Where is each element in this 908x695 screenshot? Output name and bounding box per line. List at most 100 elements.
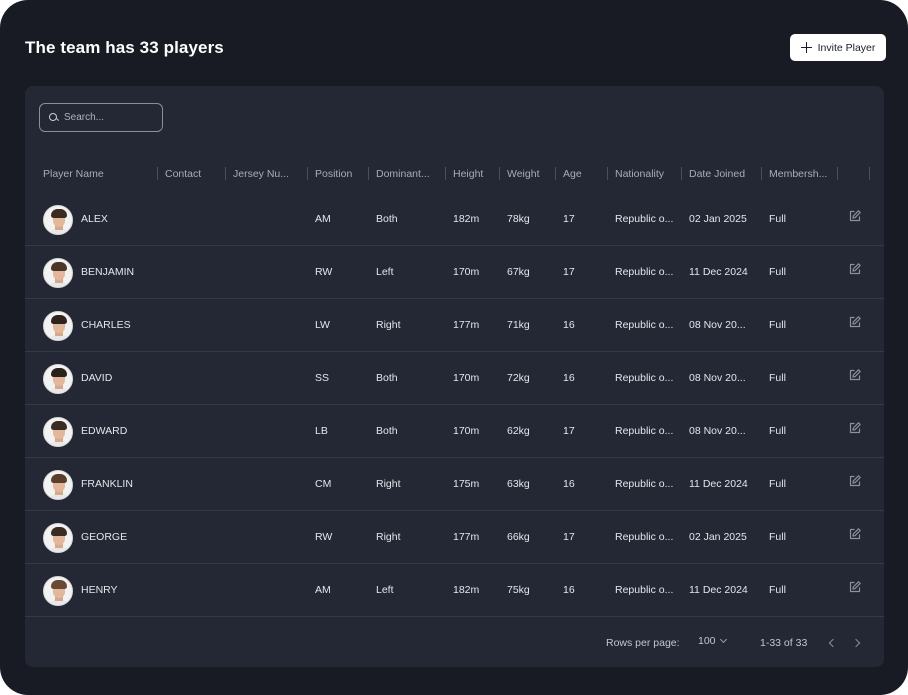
cell-nationality: Republic o... (615, 478, 674, 490)
cell-age: 17 (563, 266, 575, 278)
cell-height: 182m (453, 213, 480, 225)
invite-player-button[interactable]: Invite Player (790, 34, 886, 61)
cell-player-name: HENRY (81, 584, 118, 596)
avatar (43, 258, 73, 288)
chevron-down-icon (719, 635, 727, 644)
column-resize-handle[interactable] (225, 167, 226, 180)
column-header-position[interactable]: Position (315, 168, 352, 180)
cell-membership: Full (769, 319, 786, 331)
edit-icon[interactable] (848, 209, 862, 223)
cell-membership: Full (769, 425, 786, 437)
cell-age: 16 (563, 319, 575, 331)
column-resize-handle[interactable] (761, 167, 762, 180)
column-header-membership[interactable]: Membersh... (769, 168, 827, 180)
rows-per-page-value: 100 (698, 635, 716, 647)
cell-membership: Full (769, 213, 786, 225)
cell-height: 170m (453, 372, 480, 384)
cell-player-name: BENJAMIN (81, 266, 135, 278)
column-header-dominant-foot[interactable]: Dominant... (376, 168, 430, 180)
cell-nationality: Republic o... (615, 531, 674, 543)
cell-position: CM (315, 478, 332, 490)
app-frame: The team has 33 players Invite Player Pl… (0, 0, 908, 695)
table-row[interactable]: GEORGE RW Right 177m 66kg 17 Republic o... 02 J… (25, 511, 884, 564)
cell-position: RW (315, 531, 333, 543)
column-resize-handle[interactable] (837, 167, 838, 180)
cell-age: 17 (563, 213, 575, 225)
column-header-contact[interactable]: Contact (165, 168, 201, 180)
cell-weight: 72kg (507, 372, 530, 384)
column-header-weight[interactable]: Weight (507, 168, 540, 180)
cell-membership: Full (769, 531, 786, 543)
edit-icon[interactable] (848, 580, 862, 594)
plus-icon (800, 42, 812, 53)
edit-icon[interactable] (848, 315, 862, 329)
edit-icon[interactable] (848, 474, 862, 488)
column-resize-handle[interactable] (157, 167, 158, 180)
cell-player-name: FRANKLIN (81, 478, 133, 490)
column-header-jersey-number[interactable]: Jersey Nu... (233, 168, 289, 180)
cell-height: 170m (453, 266, 480, 278)
cell-player-name: DAVID (81, 372, 113, 384)
column-resize-handle[interactable] (869, 167, 870, 180)
cell-position: AM (315, 213, 331, 225)
edit-icon[interactable] (848, 421, 862, 435)
table-row[interactable]: CHARLES LW Right 177m 71kg 16 Republic o... 08 … (25, 299, 884, 352)
avatar (43, 205, 73, 235)
column-resize-handle[interactable] (307, 167, 308, 180)
column-resize-handle[interactable] (499, 167, 500, 180)
table-row[interactable]: FRANKLIN CM Right 175m 63kg 16 Republic o... 11… (25, 458, 884, 511)
table-row[interactable]: DAVID SS Both 170m 72kg 16 Republic o... 08 Nov… (25, 352, 884, 405)
cell-membership: Full (769, 584, 786, 596)
invite-player-label: Invite Player (817, 41, 876, 54)
avatar (43, 364, 73, 394)
cell-height: 177m (453, 319, 480, 331)
table-row[interactable]: HENRY AM Left 182m 75kg 16 Republic o... 11 Dec… (25, 564, 884, 617)
column-resize-handle[interactable] (368, 167, 369, 180)
table-row[interactable]: ALEX AM Both 182m 78kg 17 Republic o... 02 Jan … (25, 193, 884, 246)
chevron-right-icon[interactable] (850, 636, 864, 650)
column-resize-handle[interactable] (607, 167, 608, 180)
column-header-player-name[interactable]: Player Name (43, 168, 104, 180)
column-header-date-joined[interactable]: Date Joined (689, 168, 745, 180)
column-resize-handle[interactable] (681, 167, 682, 180)
avatar (43, 311, 73, 341)
table-row[interactable]: BENJAMIN RW Left 170m 67kg 17 Republic o... 11 … (25, 246, 884, 299)
search-box[interactable] (39, 103, 163, 132)
column-header-age[interactable]: Age (563, 168, 582, 180)
cell-dominant-foot: Right (376, 531, 401, 543)
edit-icon[interactable] (848, 368, 862, 382)
column-resize-handle[interactable] (555, 167, 556, 180)
cell-date-joined: 02 Jan 2025 (689, 213, 747, 225)
table-row[interactable]: EDWARD LB Both 170m 62kg 17 Republic o... 08 No… (25, 405, 884, 458)
column-resize-handle[interactable] (445, 167, 446, 180)
edit-icon[interactable] (848, 527, 862, 541)
cell-membership: Full (769, 372, 786, 384)
avatar (43, 470, 73, 500)
cell-height: 170m (453, 425, 480, 437)
cell-height: 177m (453, 531, 480, 543)
cell-date-joined: 08 Nov 20... (689, 372, 746, 384)
column-header-nationality[interactable]: Nationality (615, 168, 664, 180)
cell-weight: 67kg (507, 266, 530, 278)
cell-position: RW (315, 266, 333, 278)
pagination-range: 1-33 of 33 (760, 637, 808, 649)
cell-date-joined: 02 Jan 2025 (689, 531, 747, 543)
cell-dominant-foot: Left (376, 266, 394, 278)
cell-age: 16 (563, 584, 575, 596)
cell-weight: 75kg (507, 584, 530, 596)
cell-age: 16 (563, 372, 575, 384)
cell-age: 16 (563, 478, 575, 490)
edit-icon[interactable] (848, 262, 862, 276)
table-footer: Rows per page: 100 1-33 of 33 (25, 626, 884, 660)
avatar (43, 417, 73, 447)
column-header-height[interactable]: Height (453, 168, 483, 180)
cell-membership: Full (769, 478, 786, 490)
cell-date-joined: 11 Dec 2024 (689, 266, 748, 278)
rows-per-page-select[interactable]: 100 (698, 635, 727, 647)
chevron-left-icon[interactable] (825, 636, 839, 650)
search-input[interactable] (64, 112, 154, 123)
cell-dominant-foot: Left (376, 584, 394, 596)
cell-date-joined: 08 Nov 20... (689, 425, 746, 437)
avatar (43, 576, 73, 606)
cell-player-name: EDWARD (81, 425, 128, 437)
